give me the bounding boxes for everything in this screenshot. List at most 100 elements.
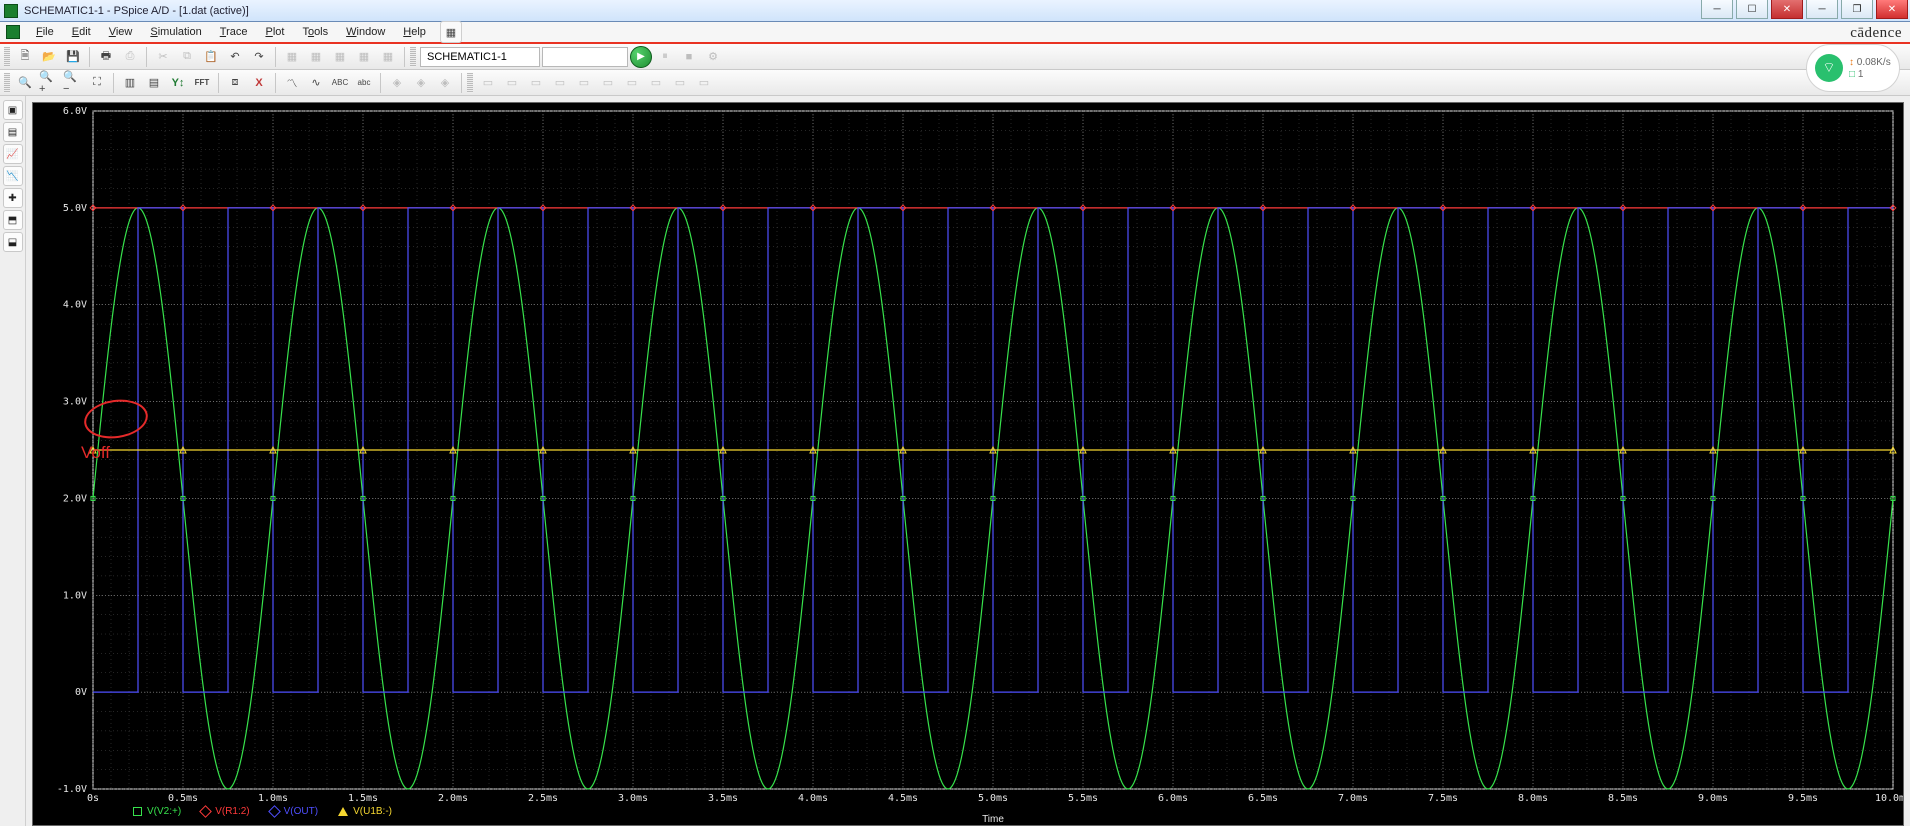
text-label2-btn[interactable]: abc [353, 72, 375, 94]
cursor-btn-7[interactable]: ▭ [621, 72, 643, 94]
copy-btn[interactable]: ⧉ [176, 46, 198, 68]
tb-extra2[interactable]: ▦ [305, 46, 327, 68]
dock-btn-4[interactable]: 📉 [3, 166, 23, 186]
window-close-button[interactable]: ✕ [1876, 0, 1908, 19]
tb-extra4[interactable]: ▦ [353, 46, 375, 68]
pause-sim-btn[interactable]: ⏸ [654, 46, 676, 68]
menu-edit[interactable]: Edit [64, 24, 99, 40]
log-x-btn[interactable]: ▥ [119, 72, 141, 94]
restore-button[interactable]: ❐ [1841, 0, 1873, 19]
save-btn[interactable]: 💾 [62, 46, 84, 68]
zoom-out-btn[interactable]: 🔍− [62, 72, 84, 94]
minimize2-button[interactable]: ─ [1806, 0, 1838, 19]
window-title: SCHEMATIC1-1 - PSpice A/D - [1.dat (acti… [24, 5, 249, 17]
svg-text:3.0ms: 3.0ms [618, 793, 648, 804]
marker1-btn[interactable]: ◈ [386, 72, 408, 94]
zoom-fit-btn[interactable]: 🔍 [14, 72, 36, 94]
zoom-area-btn[interactable]: ⛶ [86, 72, 108, 94]
open-file-btn[interactable]: 📂 [38, 46, 60, 68]
legend-marker-2 [199, 805, 212, 818]
simulation-profile-input[interactable] [542, 47, 628, 67]
toolbar-handle-2[interactable] [410, 47, 416, 67]
run-simulation-btn[interactable]: ▶ [630, 46, 652, 68]
menu-tools[interactable]: Tools [294, 24, 336, 40]
menu-view[interactable]: View [101, 24, 141, 40]
sim-settings-btn[interactable]: ⚙ [702, 46, 724, 68]
stop-sim-btn[interactable]: ■ [678, 46, 700, 68]
undo-btn[interactable]: ↶ [224, 46, 246, 68]
cursor-btn-10[interactable]: ▭ [693, 72, 715, 94]
tb-extra1[interactable]: ▦ [281, 46, 303, 68]
svg-text:0V: 0V [75, 687, 87, 698]
dock-btn-1[interactable]: ▣ [3, 100, 23, 120]
cursor-btn-5[interactable]: ▭ [573, 72, 595, 94]
cursor-btn-1[interactable]: ▭ [477, 72, 499, 94]
menu-trace[interactable]: Trace [212, 24, 256, 40]
svg-text:2.0V: 2.0V [63, 493, 87, 504]
dock-btn-5[interactable]: ✚ [3, 188, 23, 208]
new-file-btn[interactable]: 🗎 [14, 46, 36, 68]
menu-plot[interactable]: Plot [257, 24, 292, 40]
cursor-btn-2[interactable]: ▭ [501, 72, 523, 94]
cadence-logo-btn[interactable]: ▦ [440, 21, 462, 43]
svg-text:-1.0V: -1.0V [57, 784, 87, 795]
dock-btn-7[interactable]: ⬓ [3, 232, 23, 252]
excel-btn[interactable]: X [248, 72, 270, 94]
svg-text:0.5ms: 0.5ms [168, 793, 198, 804]
menu-help[interactable]: Help [395, 24, 434, 40]
svg-text:3.0V: 3.0V [63, 397, 87, 408]
text-label-btn[interactable]: ABC [329, 72, 351, 94]
cursor-btn-9[interactable]: ▭ [669, 72, 691, 94]
child-close-button[interactable]: ✕ [1771, 0, 1803, 19]
svg-text:5.0ms: 5.0ms [978, 793, 1008, 804]
workspace: ▣ ▤ 📈 📉 ✚ ⬒ ⬓ -1.0V0V1.0V2.0V3.0V4.0V5.0… [0, 96, 1910, 826]
cursor-btn-3[interactable]: ▭ [525, 72, 547, 94]
dock-btn-2[interactable]: ▤ [3, 122, 23, 142]
cursor-btn-8[interactable]: ▭ [645, 72, 667, 94]
menu-file[interactable]: File [28, 24, 62, 40]
toolbar-row-1: 🗎 📂 💾 🖶 ⎙ ✂ ⧉ 📋 ↶ ↷ ▦ ▦ ▦ ▦ ▦ ▶ ⏸ ■ ⚙ ⌔ … [0, 44, 1910, 70]
add-y-axis-btn[interactable]: Y↕ [167, 72, 189, 94]
fft-btn[interactable]: FFT [191, 72, 213, 94]
tb-extra3[interactable]: ▦ [329, 46, 351, 68]
add-trace-btn[interactable]: 〽 [281, 72, 303, 94]
print-preview-btn[interactable]: ⎙ [119, 46, 141, 68]
dock-btn-3[interactable]: 📈 [3, 144, 23, 164]
menu-simulation[interactable]: Simulation [142, 24, 209, 40]
paste-btn[interactable]: 📋 [200, 46, 222, 68]
minimize-button[interactable]: ─ [1701, 0, 1733, 19]
toolbar2-handle-2[interactable] [467, 73, 473, 93]
print-btn[interactable]: 🖶 [95, 46, 117, 68]
redo-btn[interactable]: ↷ [248, 46, 270, 68]
perf-anal-btn[interactable]: ⧈ [224, 72, 246, 94]
tb-extra5[interactable]: ▦ [377, 46, 399, 68]
legend-item-3[interactable]: V(OUT) [270, 806, 318, 817]
dock-btn-6[interactable]: ⬒ [3, 210, 23, 230]
legend-item-1[interactable]: V(V2:+) [133, 806, 181, 817]
svg-text:1.0V: 1.0V [63, 590, 87, 601]
svg-text:2.0ms: 2.0ms [438, 793, 468, 804]
legend-item-4[interactable]: V(U1B:-) [338, 806, 392, 817]
svg-text:5.0V: 5.0V [63, 203, 87, 214]
zoom-in-btn[interactable]: 🔍+ [38, 72, 60, 94]
toolbar-handle[interactable] [4, 47, 10, 67]
log-y-btn[interactable]: ▤ [143, 72, 165, 94]
legend-item-2[interactable]: V(R1:2) [201, 806, 249, 817]
svg-text:Time: Time [982, 814, 1004, 825]
simulation-name-input[interactable] [420, 47, 540, 67]
marker2-btn[interactable]: ◈ [410, 72, 432, 94]
svg-text:6.0ms: 6.0ms [1158, 793, 1188, 804]
svg-text:9.5ms: 9.5ms [1788, 793, 1818, 804]
cut-btn[interactable]: ✂ [152, 46, 174, 68]
cursor-btn-4[interactable]: ▭ [549, 72, 571, 94]
menu-window[interactable]: Window [338, 24, 393, 40]
cursor-btn-6[interactable]: ▭ [597, 72, 619, 94]
wifi-icon: ⌔ [1815, 54, 1843, 82]
toolbar2-handle[interactable] [4, 73, 10, 93]
maximize-button[interactable]: ☐ [1736, 0, 1768, 19]
eval-goal-btn[interactable]: ∿ [305, 72, 327, 94]
svg-text:7.5ms: 7.5ms [1428, 793, 1458, 804]
svg-text:6.0V: 6.0V [63, 106, 87, 117]
plot-area[interactable]: -1.0V0V1.0V2.0V3.0V4.0V5.0V6.0V0s0.5ms1.… [32, 102, 1904, 826]
marker3-btn[interactable]: ◈ [434, 72, 456, 94]
